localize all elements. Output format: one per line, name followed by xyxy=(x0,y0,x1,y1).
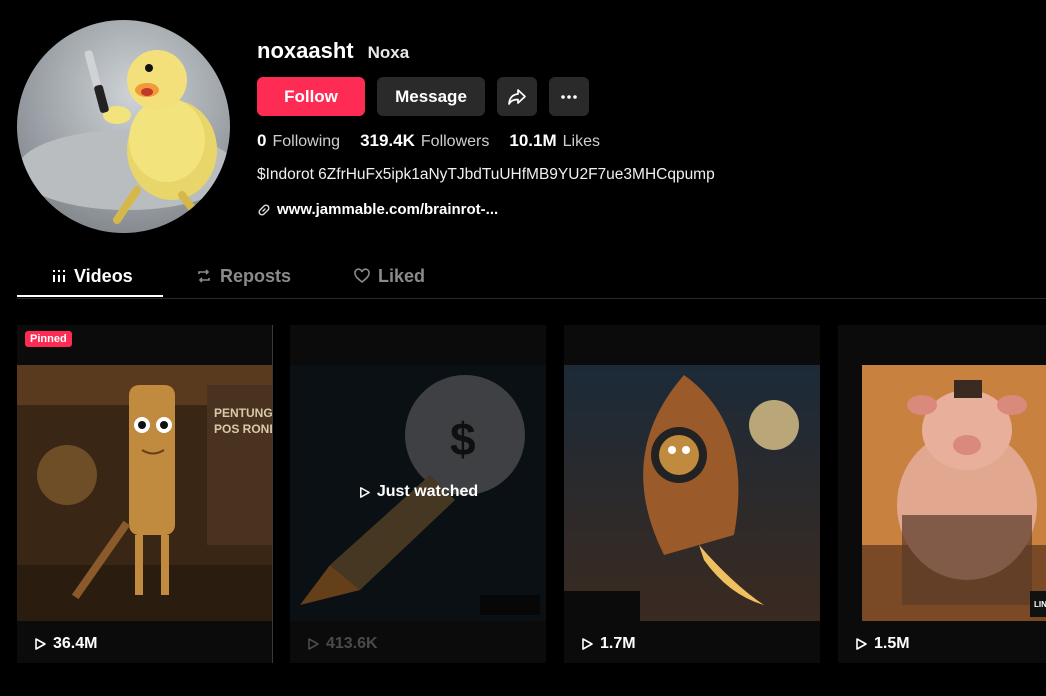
view-count: 1.7M xyxy=(580,635,636,653)
view-count-value: 1.5M xyxy=(874,635,910,652)
video-thumbnail: LINK xyxy=(862,365,1046,621)
message-button[interactable]: Message xyxy=(377,77,485,116)
profile-tabs: Videos Reposts Liked xyxy=(17,258,1046,299)
share-icon xyxy=(508,88,526,105)
username: noxaasht xyxy=(257,38,354,63)
video-card[interactable]: LINK 1.5M xyxy=(838,325,1046,663)
likes-count: 10.1M xyxy=(509,131,557,150)
profile-actions: Follow Message xyxy=(257,77,589,116)
video-thumbnail xyxy=(564,365,820,621)
profile-stats: 0 Following 319.4K Followers 10.1M Likes xyxy=(257,131,600,151)
more-button[interactable] xyxy=(549,77,589,116)
sign-text-2: POS RONDA xyxy=(214,422,273,436)
view-count: 1.5M xyxy=(854,635,910,653)
videos-icon xyxy=(53,270,65,282)
play-icon xyxy=(582,638,593,650)
likes-label: Likes xyxy=(562,133,600,150)
active-tab-indicator xyxy=(17,295,163,297)
play-icon xyxy=(308,638,319,650)
following-stat[interactable]: 0 Following xyxy=(257,131,340,151)
play-icon xyxy=(35,638,46,650)
view-count-value: 36.4M xyxy=(53,635,98,652)
nickname: Noxa xyxy=(367,43,410,62)
profile-avatar[interactable] xyxy=(17,20,230,233)
just-watched-text: Just watched xyxy=(376,483,479,500)
tab-reposts[interactable]: Reposts xyxy=(196,258,291,298)
card-divider xyxy=(272,325,273,663)
more-icon xyxy=(561,94,577,99)
repost-icon xyxy=(198,269,210,283)
likes-stat: 10.1M Likes xyxy=(509,131,600,151)
followers-count: 319.4K xyxy=(360,131,415,150)
view-count-value: 1.7M xyxy=(600,635,636,652)
liked-heart-icon xyxy=(354,268,370,284)
view-count: 413.6K xyxy=(306,635,378,653)
video-card[interactable]: 1.7M xyxy=(564,325,820,663)
tab-reposts-label: Reposts xyxy=(220,266,292,286)
profile-link-text: www.jammable.com/brainrot-... xyxy=(277,201,499,218)
profile-bio: $Indorot 6ZfrHuFx5ipk1aNyTJbdTuUHfMB9YU2… xyxy=(257,166,715,183)
following-count: 0 xyxy=(257,131,267,150)
just-watched-label: Just watched xyxy=(290,483,546,501)
tab-liked[interactable]: Liked xyxy=(354,258,425,298)
share-button[interactable] xyxy=(497,77,537,116)
view-count-value: 413.6K xyxy=(326,635,378,652)
pinned-badge: Pinned xyxy=(25,331,72,347)
tab-videos[interactable]: Videos xyxy=(52,258,133,298)
tab-liked-label: Liked xyxy=(378,266,426,286)
followers-label: Followers xyxy=(420,133,490,150)
followers-stat[interactable]: 319.4K Followers xyxy=(360,131,489,151)
play-icon xyxy=(856,638,867,650)
corner-text: LINK xyxy=(1034,600,1046,609)
profile-header: noxaasht Noxa xyxy=(257,38,409,64)
profile-link[interactable]: www.jammable.com/brainrot-... xyxy=(257,201,498,218)
link-icon xyxy=(258,203,270,216)
video-card[interactable]: $ Just watched 413.6K xyxy=(290,325,546,663)
following-label: Following xyxy=(272,133,341,150)
video-thumbnail: PENTUNGA POS RONDA xyxy=(17,365,273,621)
video-card[interactable]: Pinned PENTUNGA POS RONDA 36.4M xyxy=(17,325,273,663)
view-count: 36.4M xyxy=(33,635,97,653)
tab-videos-label: Videos xyxy=(74,266,133,286)
follow-button[interactable]: Follow xyxy=(257,77,365,116)
sign-text-1: PENTUNGA xyxy=(214,406,273,420)
play-icon xyxy=(359,486,370,498)
